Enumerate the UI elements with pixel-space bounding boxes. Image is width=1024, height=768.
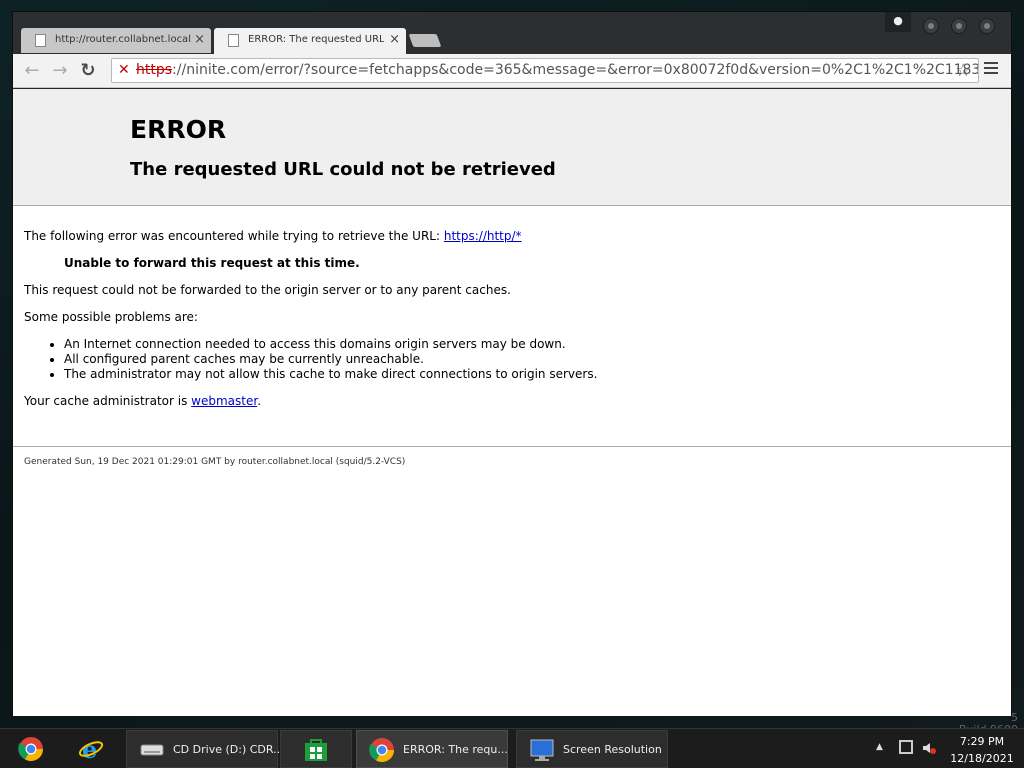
forward-button[interactable]: → bbox=[49, 60, 71, 82]
problems-list: An Internet connection needed to access … bbox=[64, 337, 1004, 382]
maximize-button[interactable] bbox=[951, 18, 967, 34]
footer-divider bbox=[13, 446, 1011, 447]
system-clock[interactable]: 7:29 PM 12/18/2021 bbox=[943, 733, 1021, 767]
display-icon bbox=[530, 739, 554, 761]
list-item: All configured parent caches may be curr… bbox=[64, 352, 1004, 367]
reload-button[interactable]: ↻ bbox=[77, 60, 99, 82]
reload-icon: ↻ bbox=[80, 60, 96, 81]
clock-time: 7:29 PM bbox=[959, 735, 1005, 748]
ie-icon: e bbox=[78, 736, 104, 762]
page-content: ERROR The requested URL could not be ret… bbox=[13, 89, 1011, 716]
error-body: The following error was encountered whil… bbox=[24, 229, 1004, 421]
browser-toolbar: ← → ↻ ✕ https://ninite.com/error/?source… bbox=[13, 54, 1011, 88]
taskbar-label: Screen Resolution bbox=[563, 743, 662, 756]
tab-error[interactable]: ERROR: The requested URL cou × bbox=[214, 28, 406, 54]
taskbar-label: CD Drive (D:) CDR... bbox=[173, 743, 284, 756]
unable-forward-message: Unable to forward this request at this t… bbox=[64, 256, 360, 270]
title-bar: ● http://router.collabnet.local/fa × ERR… bbox=[13, 12, 1011, 59]
chrome-menu-button[interactable] bbox=[984, 62, 998, 76]
network-icon[interactable] bbox=[899, 740, 913, 754]
clock-date: 12/18/2021 bbox=[950, 752, 1014, 765]
webmaster-link[interactable]: webmaster bbox=[191, 394, 257, 408]
back-button[interactable]: ← bbox=[21, 60, 43, 82]
tab-label: ERROR: The requested URL cou bbox=[248, 34, 384, 45]
requested-url-link[interactable]: https://http/* bbox=[444, 229, 522, 243]
user-icon: ● bbox=[893, 14, 903, 27]
menu-bar-icon bbox=[984, 67, 998, 69]
admin-paragraph: Your cache administrator is webmaster. bbox=[24, 394, 1004, 409]
taskbar-store[interactable] bbox=[280, 730, 352, 768]
list-item: The administrator may not allow this cac… bbox=[64, 367, 1004, 382]
taskbar: e CD Drive (D:) CDR... ERROR: The requ..… bbox=[0, 728, 1024, 768]
tab-router[interactable]: http://router.collabnet.local/fa × bbox=[21, 28, 211, 53]
intro-paragraph: The following error was encountered whil… bbox=[24, 229, 1004, 244]
volume-muted-icon[interactable] bbox=[922, 741, 936, 755]
url-rest: ://ninite.com/error/?source=fetchapps&co… bbox=[172, 62, 979, 78]
chrome-icon bbox=[18, 737, 43, 762]
tab-close-icon[interactable]: × bbox=[194, 32, 205, 47]
close-window-button[interactable] bbox=[979, 18, 995, 34]
minimize-button[interactable] bbox=[923, 18, 939, 34]
taskbar-chrome-error[interactable]: ERROR: The requ... bbox=[356, 730, 508, 768]
url-scheme: https bbox=[136, 62, 173, 78]
svg-text:e: e bbox=[82, 736, 97, 762]
store-icon bbox=[305, 739, 327, 761]
taskbar-screen-resolution[interactable]: Screen Resolution bbox=[516, 730, 668, 768]
error-subtitle: The requested URL could not be retrieved bbox=[130, 159, 556, 180]
error-header: ERROR The requested URL could not be ret… bbox=[13, 89, 1011, 206]
taskbar-cd-drive[interactable]: CD Drive (D:) CDR... bbox=[126, 730, 284, 768]
forward-arrow-icon: → bbox=[52, 60, 68, 81]
admin-suffix: . bbox=[257, 394, 262, 408]
error-title: ERROR bbox=[130, 115, 227, 144]
taskbar-label: ERROR: The requ... bbox=[403, 743, 508, 756]
new-tab-button[interactable] bbox=[408, 34, 442, 47]
menu-bar-icon bbox=[984, 72, 998, 74]
cd-drive-icon bbox=[140, 744, 164, 756]
tab-close-icon[interactable]: × bbox=[389, 32, 400, 47]
back-arrow-icon: ← bbox=[24, 60, 40, 81]
tab-label: http://router.collabnet.local/fa bbox=[55, 34, 191, 45]
menu-bar-icon bbox=[984, 62, 998, 64]
broken-https-lock-icon[interactable]: ✕ bbox=[118, 63, 131, 78]
detail-paragraph: This request could not be forwarded to t… bbox=[24, 283, 511, 297]
address-bar[interactable]: ✕ https://ninite.com/error/?source=fetch… bbox=[111, 58, 979, 83]
page-icon bbox=[35, 34, 46, 47]
problems-heading: Some possible problems are: bbox=[24, 310, 198, 324]
chrome-icon bbox=[369, 738, 394, 763]
page-icon bbox=[228, 34, 239, 47]
generated-footer: Generated Sun, 19 Dec 2021 01:29:01 GMT … bbox=[24, 457, 406, 467]
list-item: An Internet connection needed to access … bbox=[64, 337, 1004, 352]
admin-text: Your cache administrator is bbox=[24, 394, 192, 408]
intro-text: The following error was encountered whil… bbox=[24, 229, 444, 243]
url-text: https://ninite.com/error/?source=fetchap… bbox=[136, 62, 979, 78]
profile-button[interactable]: ● bbox=[885, 12, 911, 32]
taskbar-chrome-pinned[interactable] bbox=[6, 730, 50, 768]
browser-window: ● http://router.collabnet.local/fa × ERR… bbox=[12, 11, 1012, 716]
taskbar-ie-pinned[interactable]: e bbox=[66, 730, 110, 768]
bookmark-star-icon[interactable]: ☆ bbox=[955, 60, 971, 81]
show-hidden-icons-chevron-icon[interactable]: ▲ bbox=[876, 742, 883, 752]
